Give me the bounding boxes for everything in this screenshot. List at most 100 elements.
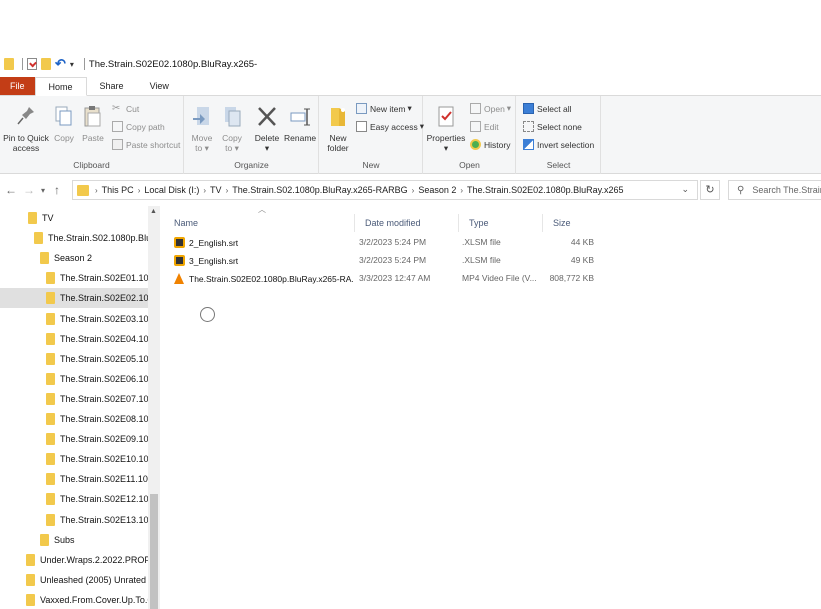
- tab-home[interactable]: Home: [34, 77, 87, 96]
- properties-chevron-icon[interactable]: ▾: [426, 143, 466, 153]
- properties-label: Properties: [426, 133, 466, 143]
- file-size: 44 KB: [570, 237, 594, 247]
- move-to-button[interactable]: Move to ▾: [188, 104, 216, 153]
- invert-selection-button[interactable]: Invert selection: [523, 139, 594, 150]
- properties-button[interactable]: Properties ▾: [426, 104, 466, 153]
- undo-icon[interactable]: ↶: [55, 57, 66, 70]
- file-date-modified: 3/3/2023 12:47 AM: [359, 273, 431, 283]
- column-header-date-modified[interactable]: Date modified: [354, 214, 458, 232]
- breadcrumb-local-disk[interactable]: Local Disk (I:): [144, 185, 199, 195]
- tree-item[interactable]: The.Strain.S02E05.1080p: [0, 349, 148, 369]
- pin-to-quick-access-button[interactable]: Pin to Quick access: [2, 104, 50, 153]
- tree-item[interactable]: The.Strain.S02E09.1080p: [0, 429, 148, 449]
- tree-item-label: Under.Wraps.2.2022.PROPER: [40, 554, 148, 565]
- breadcrumb-series-folder[interactable]: The.Strain.S02.1080p.BluRay.x265-RARBG: [232, 185, 407, 195]
- search-input[interactable]: ⚲ Search The.Strain: [728, 180, 821, 200]
- breadcrumb-this-pc[interactable]: This PC: [102, 185, 134, 195]
- cut-button[interactable]: ✂ Cut: [112, 103, 139, 114]
- up-arrow-icon[interactable]: ↑: [48, 183, 66, 197]
- select-none-button[interactable]: Select none: [523, 121, 582, 132]
- tree-item[interactable]: The.Strain.S02E06.1080p: [0, 369, 148, 389]
- folder-icon: [4, 58, 14, 70]
- customize-toolbar-chevron-icon[interactable]: ▾: [70, 60, 74, 69]
- tree-item[interactable]: Subs: [0, 530, 148, 550]
- tree-item-label: The.Strain.S02E09.1080p: [60, 434, 148, 445]
- tree-item[interactable]: Under.Wraps.2.2022.PROPER: [0, 550, 148, 570]
- open-group: Properties ▾ Open ▾ Edit History Open: [424, 96, 516, 174]
- file-row[interactable]: 2_English.srt 3/2/2023 5:24 PM .XLSM file 4…: [174, 234, 814, 252]
- tree-item-label: The.Strain.S02E13.1080p: [60, 514, 148, 525]
- select-all-button[interactable]: Select all: [523, 103, 572, 114]
- tab-share[interactable]: Share: [87, 77, 137, 95]
- back-arrow-icon[interactable]: ←: [2, 183, 20, 197]
- rename-button[interactable]: Rename: [284, 104, 316, 143]
- tree-item[interactable]: The.Strain.S02E08.1080p: [0, 409, 148, 429]
- tree-item-label: Unleashed (2005) Unrated 10: [40, 574, 148, 585]
- scrollbar-thumb[interactable]: [150, 494, 158, 609]
- copy-path-label: Copy path: [126, 121, 165, 132]
- tree-item[interactable]: The.Strain.S02E03.1080p: [0, 309, 148, 329]
- open-button[interactable]: Open ▾: [470, 103, 511, 114]
- breadcrumb-separator-icon[interactable]: ›: [95, 186, 98, 195]
- delete-label: Delete: [254, 133, 280, 143]
- delete-button[interactable]: Delete ▾: [252, 104, 282, 153]
- properties-check-icon[interactable]: [27, 58, 37, 70]
- new-item-button[interactable]: New item ▾: [356, 103, 412, 114]
- tree-item[interactable]: TV: [0, 208, 148, 228]
- tree-item[interactable]: The.Strain.S02E01.1080p: [0, 268, 148, 288]
- tree-item[interactable]: Season 2: [0, 248, 148, 268]
- scroll-up-chevron-icon[interactable]: ▲: [150, 208, 157, 215]
- tree-item[interactable]: The.Strain.S02E13.1080p: [0, 510, 148, 530]
- easy-access-icon: [356, 121, 367, 132]
- navigation-scrollbar[interactable]: ▲: [148, 206, 160, 609]
- column-header-type[interactable]: Type: [458, 214, 542, 232]
- tree-item[interactable]: The.Strain.S02E04.1080p: [0, 329, 148, 349]
- tree-item[interactable]: Unleashed (2005) Unrated 10: [0, 570, 148, 590]
- edit-label: Edit: [484, 121, 499, 132]
- address-bar[interactable]: › This PC › Local Disk (I:) › TV › The.S…: [72, 180, 698, 200]
- easy-access-button[interactable]: Easy access ▾: [356, 121, 424, 132]
- recent-locations-chevron-icon[interactable]: ▾: [38, 186, 48, 195]
- organize-group-label: Organize: [234, 160, 269, 170]
- tab-file[interactable]: File: [0, 77, 35, 95]
- copy-button[interactable]: Copy: [50, 104, 78, 143]
- navigation-pane: TV The.Strain.S02.1080p.BluRa Season 2 The.…: [0, 206, 160, 609]
- file-type: MP4 Video File (V...: [462, 273, 537, 283]
- breadcrumb-separator-icon[interactable]: ›: [412, 186, 415, 195]
- paste-shortcut-button[interactable]: Paste shortcut: [112, 139, 180, 150]
- tree-item[interactable]: The.Strain.S02E10.1080p: [0, 449, 148, 469]
- edit-button[interactable]: Edit: [470, 121, 499, 132]
- breadcrumb-tv[interactable]: TV: [210, 185, 222, 195]
- tree-item[interactable]: The.Strain.S02E11.1080p: [0, 469, 148, 489]
- breadcrumb-separator-icon[interactable]: ›: [460, 186, 463, 195]
- paste-button[interactable]: Paste: [79, 104, 107, 143]
- breadcrumb-episode-folder[interactable]: The.Strain.S02E02.1080p.BluRay.x265: [467, 185, 623, 195]
- history-button[interactable]: History: [470, 139, 510, 150]
- address-dropdown-chevron-icon[interactable]: ⌄: [681, 184, 689, 195]
- tree-item[interactable]: The.Strain.S02E12.1080p: [0, 489, 148, 509]
- new-item-chevron-icon: ▾: [407, 103, 412, 113]
- delete-chevron-icon[interactable]: ▾: [252, 143, 282, 153]
- breadcrumb-season[interactable]: Season 2: [418, 185, 456, 195]
- select-all-icon: [523, 103, 534, 114]
- breadcrumb-separator-icon[interactable]: ›: [203, 186, 206, 195]
- tree-item[interactable]: The.Strain.S02.1080p.BluRa: [0, 228, 148, 248]
- tree-item[interactable]: Vaxxed.From.Cover.Up.To.Ca: [0, 590, 148, 609]
- folder-icon: [46, 433, 55, 446]
- breadcrumb-separator-icon[interactable]: ›: [226, 186, 229, 195]
- forward-arrow-icon[interactable]: →: [20, 183, 38, 197]
- tree-item[interactable]: The.Strain.S02E02.1080p: [0, 288, 148, 309]
- refresh-icon[interactable]: ↻: [700, 180, 720, 200]
- column-header-size[interactable]: Size: [542, 214, 602, 232]
- tab-view[interactable]: View: [137, 77, 182, 95]
- clipboard-group-label: Clipboard: [73, 160, 110, 170]
- breadcrumb-separator-icon[interactable]: ›: [138, 186, 141, 195]
- file-row[interactable]: The.Strain.S02E02.1080p.BluRay.x265-RA..…: [174, 270, 814, 288]
- file-row[interactable]: 3_English.srt 3/2/2023 5:24 PM .XLSM file 4…: [174, 252, 814, 270]
- column-header-name[interactable]: Name: [164, 214, 354, 232]
- copy-to-button[interactable]: Copy to ▾: [218, 104, 246, 153]
- new-folder-button[interactable]: New folder: [324, 104, 352, 153]
- tree-item[interactable]: The.Strain.S02E07.1080p: [0, 389, 148, 409]
- new-folder-icon[interactable]: [41, 58, 51, 70]
- copy-path-button[interactable]: Copy path: [112, 121, 165, 132]
